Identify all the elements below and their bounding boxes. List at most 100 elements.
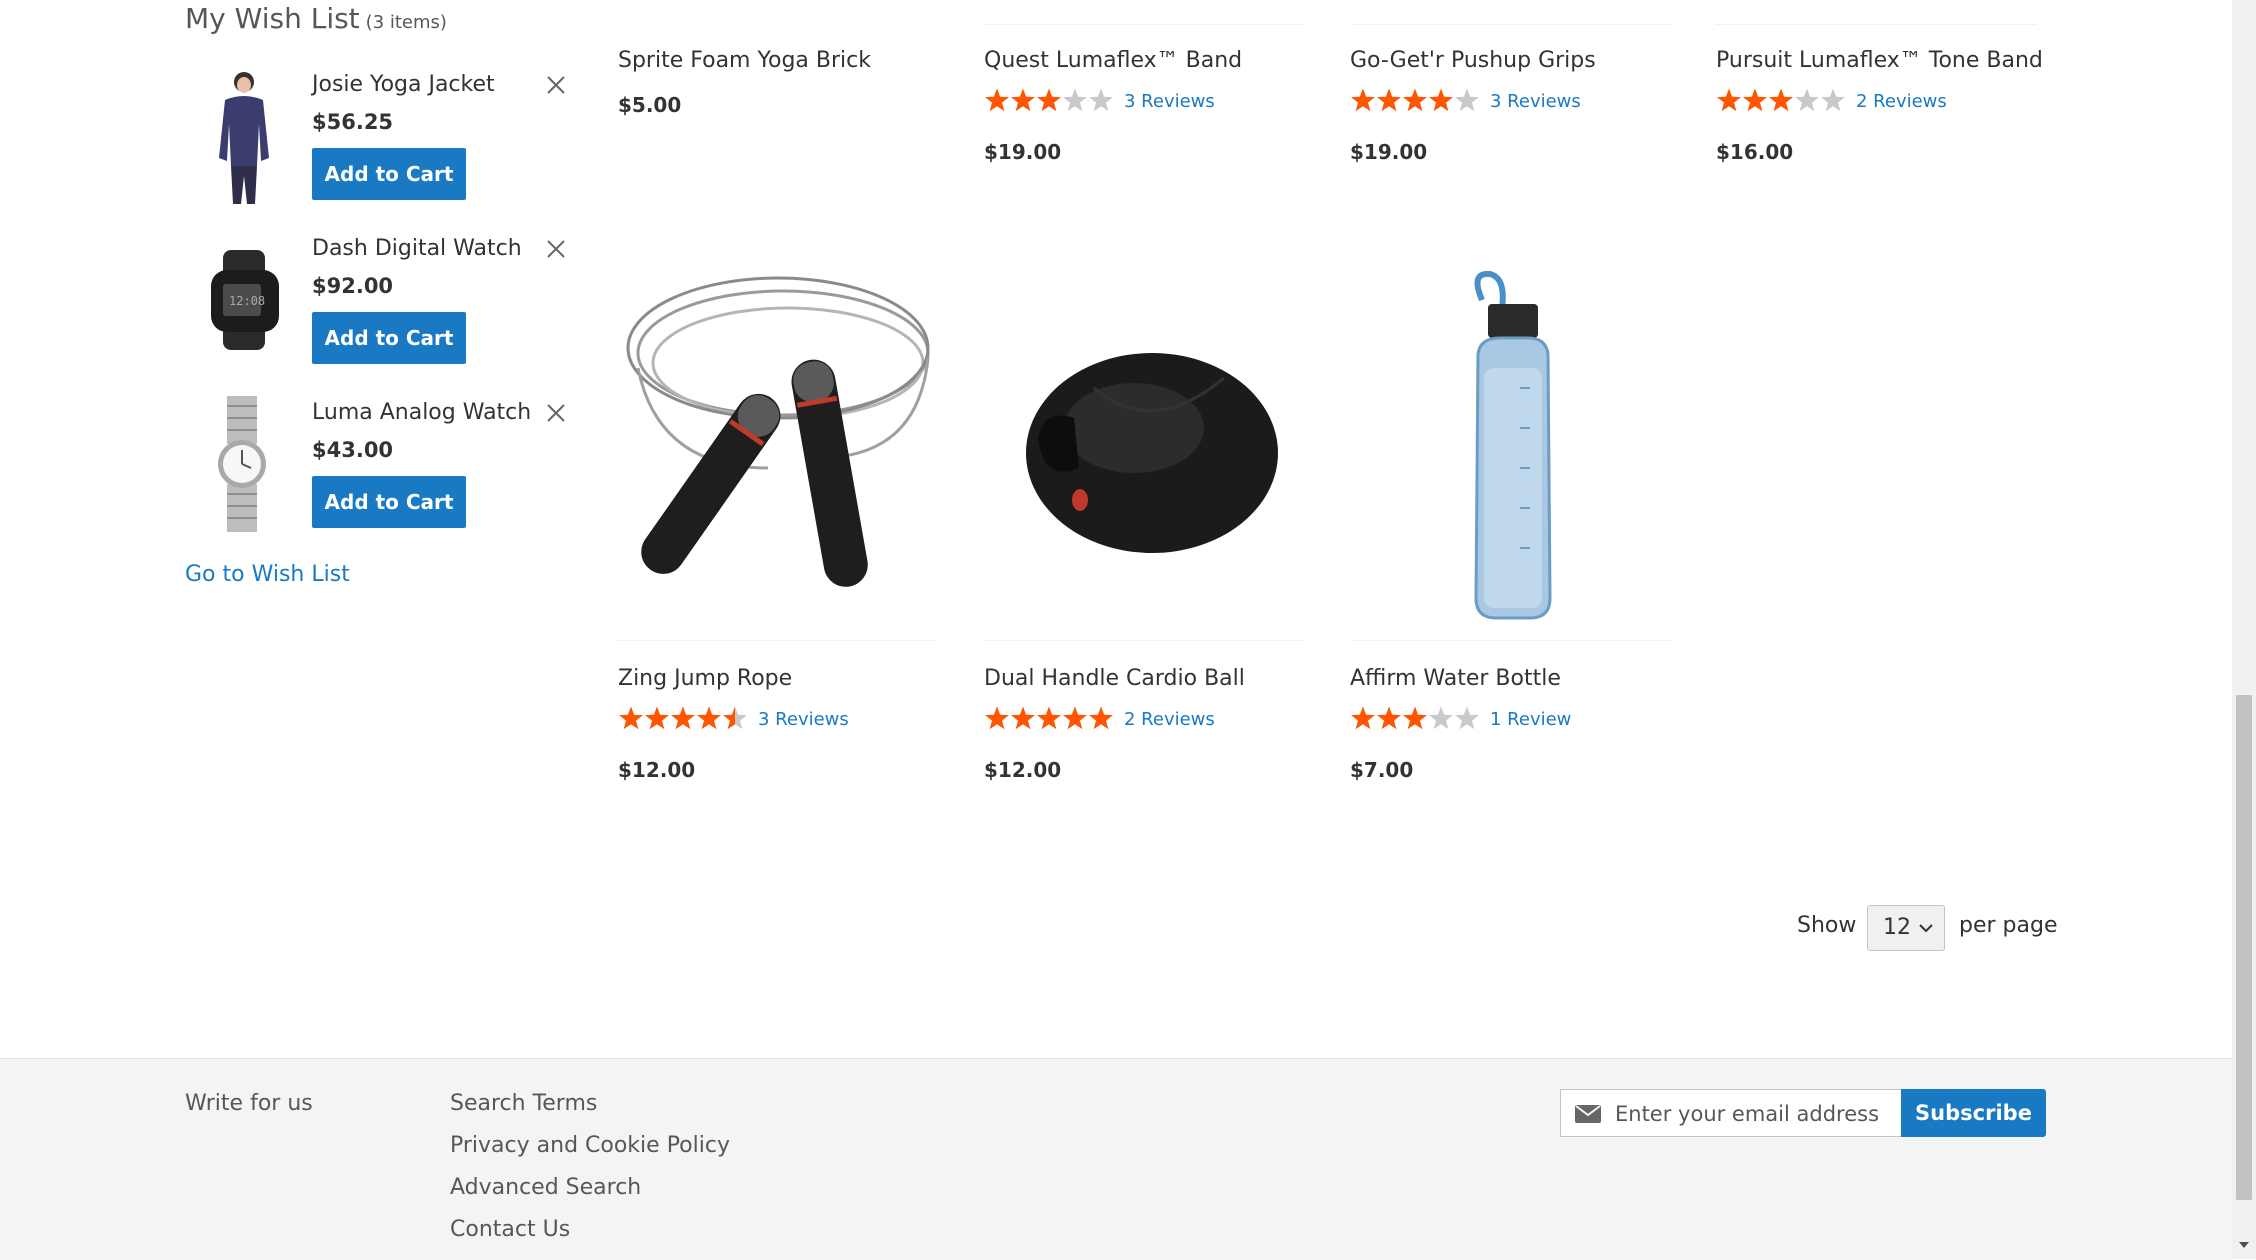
josie-yoga-jacket-thumbnail[interactable] [185, 66, 303, 206]
go-to-wishlist-link[interactable]: Go to Wish List [185, 562, 350, 587]
wishlist-item: 12:08 Dash Digital Watch $92.00 Add to C… [185, 230, 575, 380]
add-to-cart-button[interactable]: Add to Cart [312, 312, 466, 364]
add-to-cart-button[interactable]: Add to Cart [312, 148, 466, 200]
footer-link-contact-us[interactable]: Contact Us [450, 1217, 570, 1242]
star-filled-icon [1037, 706, 1061, 730]
close-icon[interactable] [545, 402, 567, 424]
product-price: $19.00 [1350, 140, 1428, 164]
close-icon[interactable] [545, 74, 567, 96]
footer-link-advanced-search[interactable]: Advanced Search [450, 1175, 641, 1200]
footer-link-write-for-us[interactable]: Write for us [185, 1091, 313, 1116]
product-name[interactable]: Sprite Foam Yoga Brick [618, 48, 871, 73]
product-price: $12.00 [618, 758, 696, 782]
product-rating: 2 Reviews [1716, 88, 1947, 118]
product-item: Quest Lumaflex™ Band 3 Reviews $19.00 [984, 0, 1314, 180]
star-filled-icon [1377, 706, 1401, 730]
wishlist-title: My Wish List (3 items) [185, 2, 447, 35]
star-filled-icon [1351, 706, 1375, 730]
star-filled-icon [671, 706, 695, 730]
dual-handle-cardio-ball-image[interactable] [984, 268, 1314, 638]
product-rating: 3 Reviews [618, 706, 849, 736]
star-rating-icon [1351, 706, 1479, 730]
reviews-link[interactable]: 2 Reviews [1856, 91, 1947, 112]
star-rating-icon [1717, 88, 1845, 112]
scroll-down-arrow-icon[interactable] [2236, 1238, 2252, 1252]
product-price: $5.00 [618, 93, 682, 117]
product-rating: 3 Reviews [1350, 88, 1581, 118]
star-filled-icon [645, 706, 669, 730]
newsletter-email-input[interactable] [1613, 1096, 1897, 1132]
product-name[interactable]: Pursuit Lumaflex™ Tone Band [1716, 48, 2043, 73]
star-filled-icon [1717, 88, 1741, 112]
chevron-down-icon [1919, 924, 1933, 933]
product-item: Go-Get'r Pushup Grips 3 Reviews $19.00 [1350, 0, 1680, 180]
product-item: Pursuit Lumaflex™ Tone Band 2 Reviews $1… [1716, 0, 2046, 180]
footer-link-privacy-policy[interactable]: Privacy and Cookie Policy [450, 1133, 730, 1158]
star-filled-icon [1011, 88, 1035, 112]
wishlist-item-price: $43.00 [312, 438, 394, 462]
star-filled-icon [1351, 88, 1375, 112]
reviews-link[interactable]: 1 Review [1490, 709, 1571, 730]
svg-text:12:08: 12:08 [229, 294, 265, 308]
close-icon[interactable] [545, 238, 567, 260]
wishlist-title-text: My Wish List [185, 2, 360, 35]
product-name[interactable]: Zing Jump Rope [618, 666, 792, 691]
luma-analog-watch-thumbnail[interactable] [185, 394, 303, 534]
star-icon [1063, 88, 1087, 112]
product-image-divider [618, 640, 938, 641]
star-rating-icon [619, 706, 747, 730]
affirm-water-bottle-image[interactable] [1350, 268, 1680, 638]
product-price: $16.00 [1716, 140, 1794, 164]
reviews-link[interactable]: 3 Reviews [758, 709, 849, 730]
star-filled-icon [697, 706, 721, 730]
dash-digital-watch-thumbnail[interactable]: 12:08 [185, 230, 303, 370]
per-page-value: 12 [1883, 915, 1911, 940]
wishlist-count: (3 items) [365, 12, 447, 33]
product-price: $19.00 [984, 140, 1062, 164]
wishlist-item-price: $56.25 [312, 110, 394, 134]
star-filled-icon [1377, 88, 1401, 112]
product-image-divider [1350, 640, 1670, 641]
add-to-cart-button[interactable]: Add to Cart [312, 476, 466, 528]
product-image-divider [984, 24, 1304, 25]
product-image-divider [1716, 24, 2036, 25]
star-icon [1455, 706, 1479, 730]
reviews-link[interactable]: 3 Reviews [1124, 91, 1215, 112]
wishlist-item-name[interactable]: Dash Digital Watch [312, 236, 522, 261]
star-filled-icon [1403, 88, 1427, 112]
scrollbar-thumb[interactable] [2236, 695, 2252, 1200]
star-icon [1089, 88, 1113, 112]
star-rating-icon [985, 88, 1113, 112]
page-footer: Write for us Search Terms Privacy and Co… [0, 1058, 2232, 1260]
star-icon [1821, 88, 1845, 112]
star-filled-icon [1037, 88, 1061, 112]
reviews-link[interactable]: 3 Reviews [1490, 91, 1581, 112]
envelope-icon [1575, 1105, 1601, 1123]
newsletter-field [1560, 1089, 1902, 1137]
wishlist-item-name[interactable]: Luma Analog Watch [312, 400, 531, 425]
star-icon [1795, 88, 1819, 112]
star-rating-icon [1351, 88, 1479, 112]
product-name[interactable]: Go-Get'r Pushup Grips [1350, 48, 1596, 73]
per-page-label: per page [1959, 913, 2058, 938]
star-rating-icon [985, 706, 1113, 730]
star-filled-icon [1429, 88, 1453, 112]
subscribe-button[interactable]: Subscribe [1901, 1089, 2046, 1137]
zing-jump-rope-image[interactable] [618, 268, 948, 638]
product-name[interactable]: Quest Lumaflex™ Band [984, 48, 1242, 73]
per-page-select[interactable]: 12 [1867, 905, 1945, 951]
product-name[interactable]: Affirm Water Bottle [1350, 666, 1561, 691]
product-name[interactable]: Dual Handle Cardio Ball [984, 666, 1245, 691]
star-filled-icon [1769, 88, 1793, 112]
star-filled-icon [1403, 706, 1427, 730]
wishlist-item: Luma Analog Watch $43.00 Add to Cart [185, 394, 575, 544]
reviews-link[interactable]: 2 Reviews [1124, 709, 1215, 730]
wishlist-item: Josie Yoga Jacket $56.25 Add to Cart [185, 66, 575, 216]
product-price: $7.00 [1350, 758, 1414, 782]
footer-link-search-terms[interactable]: Search Terms [450, 1091, 597, 1116]
product-item: Affirm Water Bottle 1 Review $7.00 [1350, 268, 1680, 788]
product-rating: 3 Reviews [984, 88, 1215, 118]
wishlist-item-name[interactable]: Josie Yoga Jacket [312, 72, 495, 97]
star-filled-icon [1743, 88, 1767, 112]
star-filled-icon [985, 88, 1009, 112]
